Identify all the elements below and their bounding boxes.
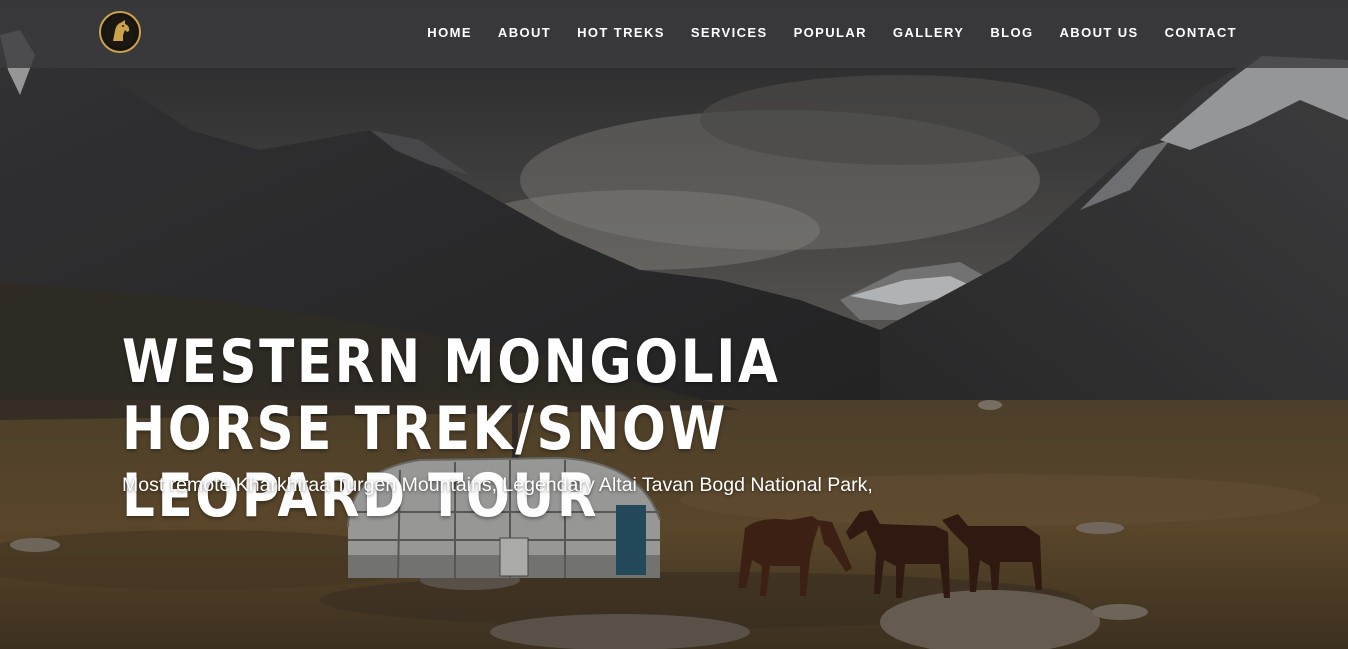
nav-contact[interactable]: CONTACT bbox=[1165, 26, 1237, 40]
nav-about-us[interactable]: ABOUT US bbox=[1060, 26, 1139, 40]
horse-head-icon bbox=[104, 16, 136, 48]
navbar: HOME ABOUT HOT TREKS SERVICES POPULAR GA… bbox=[0, 0, 1348, 68]
nav-services[interactable]: SERVICES bbox=[691, 26, 768, 40]
nav-gallery[interactable]: GALLERY bbox=[893, 26, 964, 40]
hero-background-image bbox=[0, 0, 1348, 649]
hero-title: WESTERN MONGOLIA HORSE TREK/SNOW LEOPARD… bbox=[122, 327, 781, 531]
nav-hot-treks[interactable]: HOT TREKS bbox=[577, 26, 665, 40]
nav-about[interactable]: ABOUT bbox=[498, 26, 551, 40]
nav-home[interactable]: HOME bbox=[427, 26, 472, 40]
nav-popular[interactable]: POPULAR bbox=[794, 26, 867, 40]
hero-section: HOME ABOUT HOT TREKS SERVICES POPULAR GA… bbox=[0, 0, 1348, 649]
hero-subtitle: Most remote Kharkhiraa Turgen Mountains,… bbox=[122, 474, 873, 496]
main-nav: HOME ABOUT HOT TREKS SERVICES POPULAR GA… bbox=[427, 26, 1237, 40]
nav-blog[interactable]: BLOG bbox=[990, 26, 1033, 40]
site-logo[interactable] bbox=[99, 11, 141, 53]
